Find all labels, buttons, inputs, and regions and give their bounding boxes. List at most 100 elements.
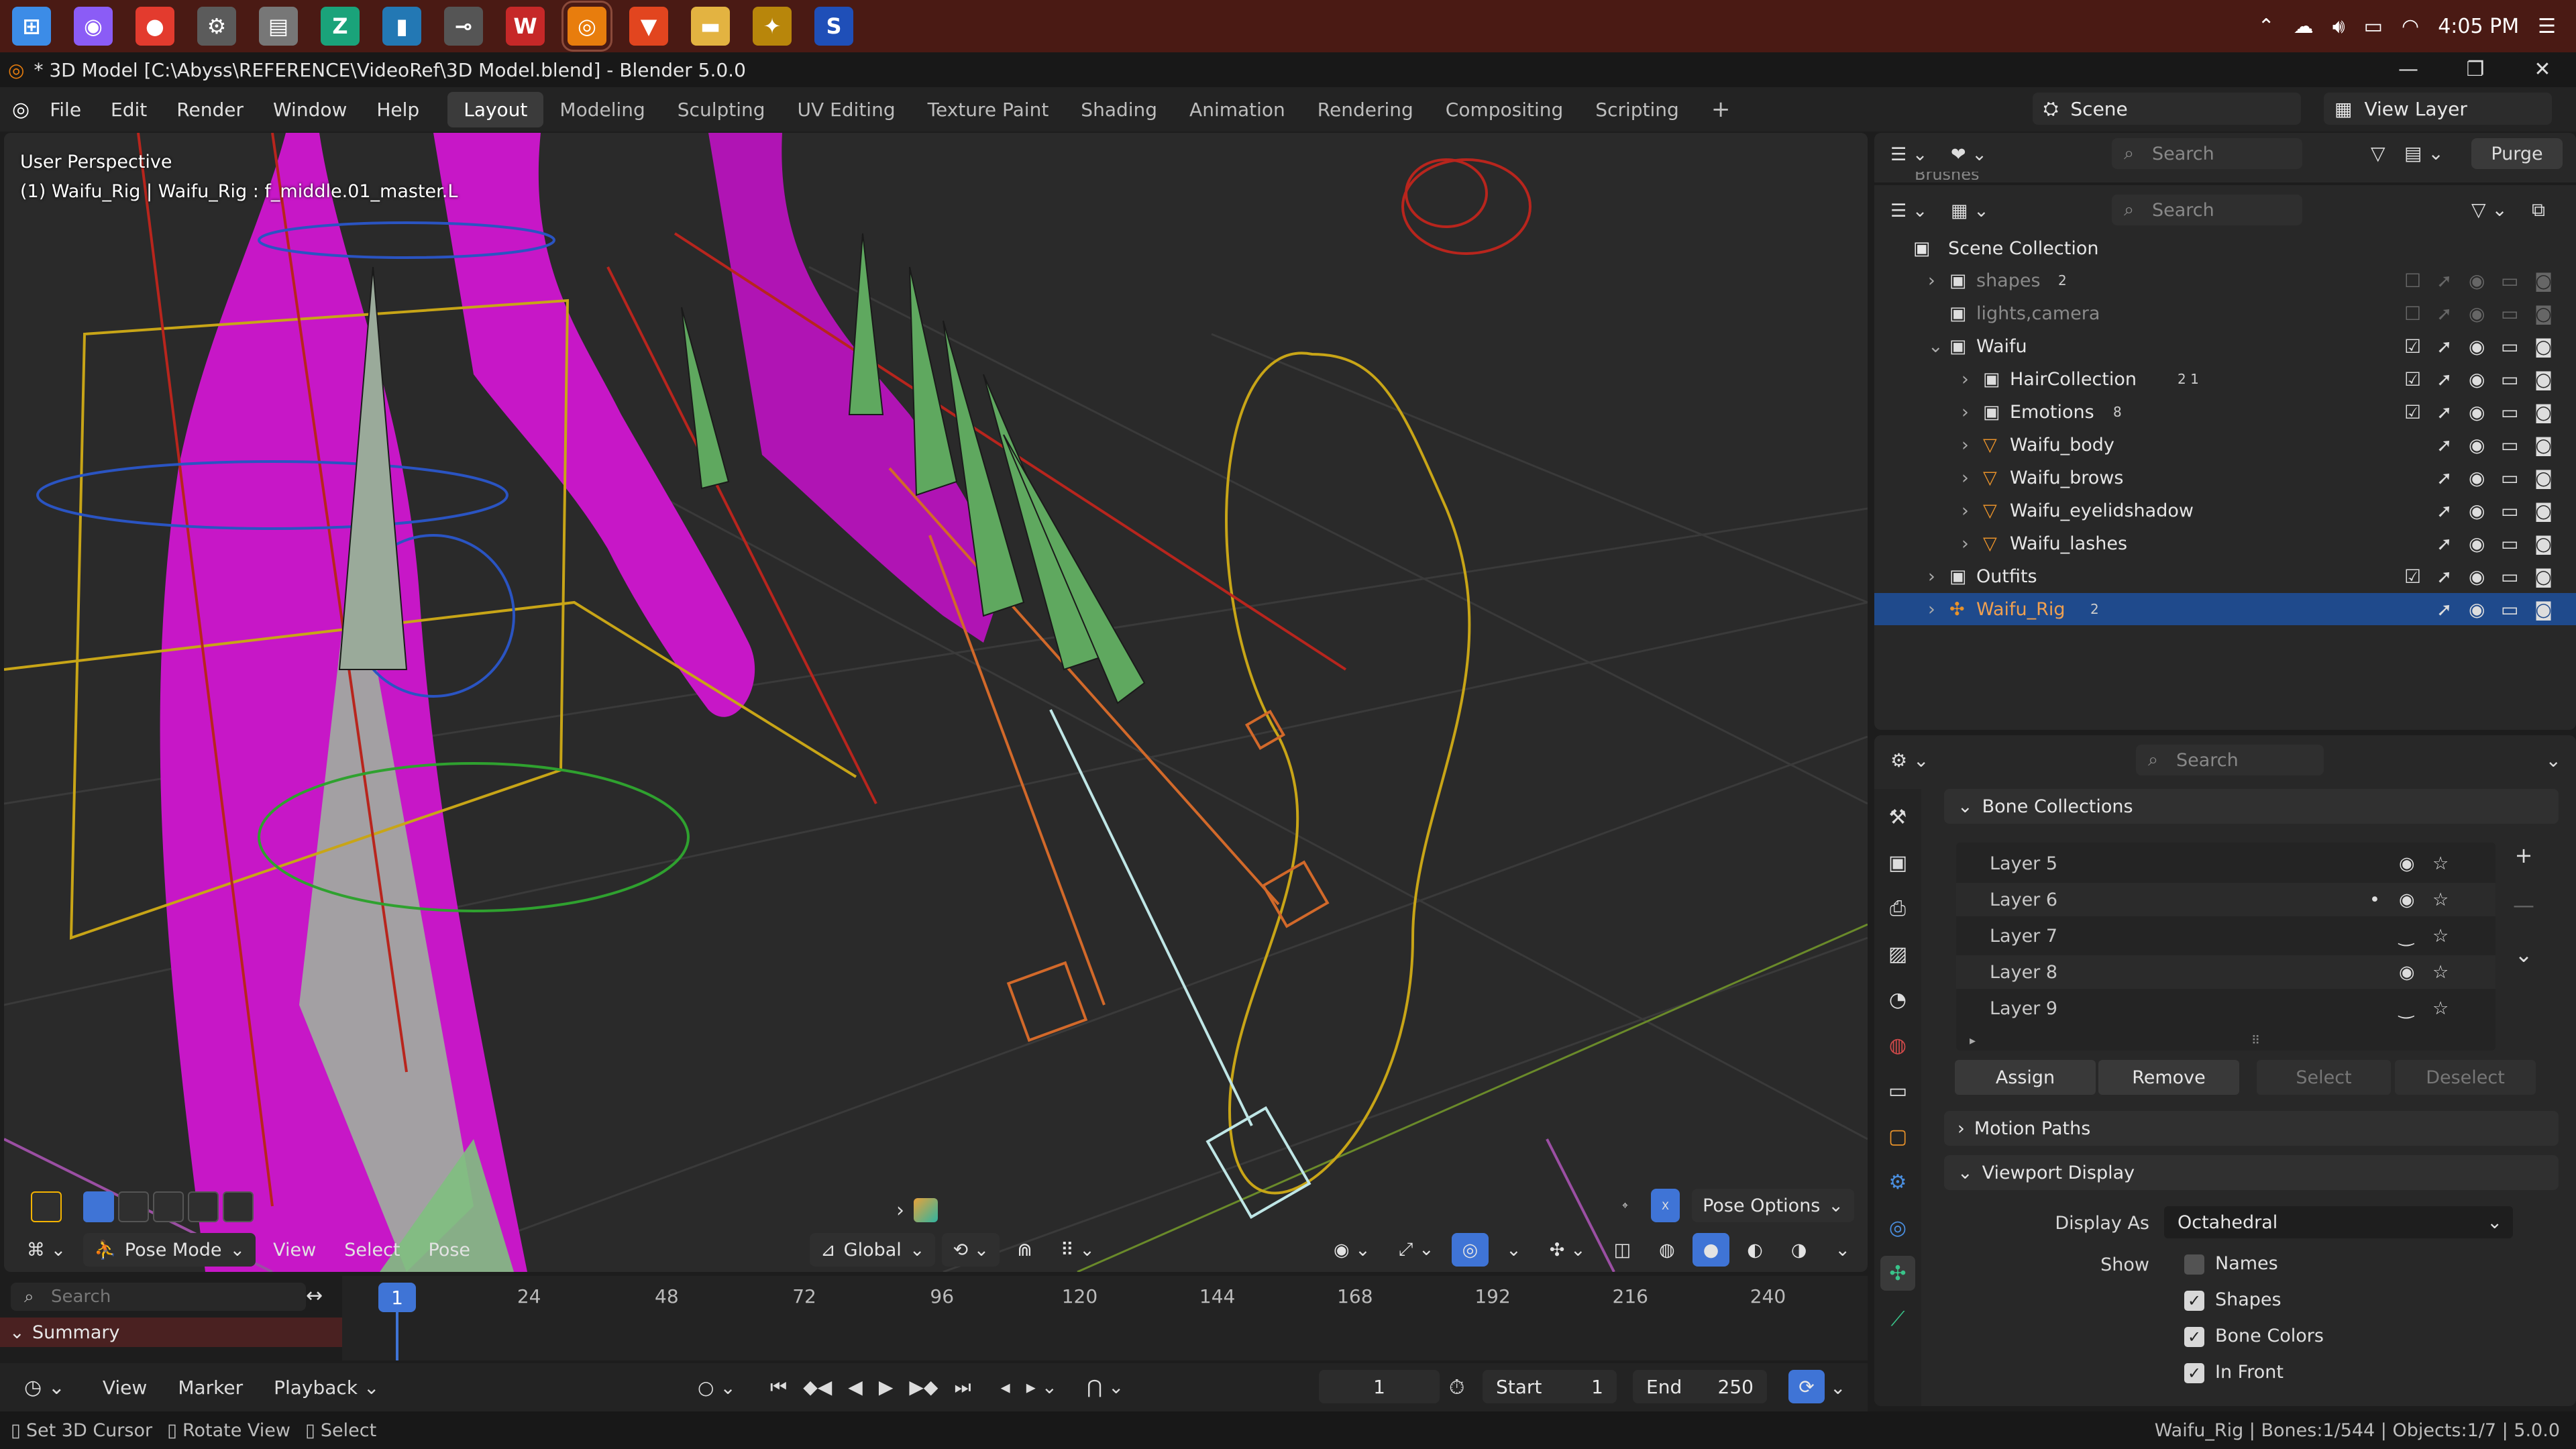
select-subtract-button[interactable] (153, 1191, 184, 1222)
viewport-icon[interactable]: ▭ (2501, 467, 2518, 489)
outliner-row[interactable]: ▣ lights,camera ☐ ➚ ◉ ▭ ◙ (1874, 297, 2576, 329)
display-as-dropdown[interactable]: Octahedral ⌄ (2164, 1206, 2513, 1238)
eye-icon[interactable]: ◉ (2469, 566, 2485, 588)
exclude-checkbox[interactable]: ☐ (2404, 270, 2421, 292)
filter-icon[interactable]: ▽ (2371, 142, 2385, 164)
viewport-icon[interactable]: ▭ (2501, 368, 2518, 390)
exclude-checkbox[interactable]: ☐ (2404, 303, 2421, 325)
eye-icon[interactable]: ◉ (2469, 401, 2485, 423)
overlays-dropdown[interactable]: ⌄ (1495, 1233, 1532, 1267)
star-icon[interactable]: ☆ (2432, 890, 2449, 910)
purge-button[interactable]: Purge (2471, 138, 2563, 169)
wifi-icon[interactable]: ◠ (2402, 15, 2419, 38)
jump-start-icon[interactable]: ⏮ (770, 1376, 787, 1399)
viewport-icon[interactable]: ▭ (2501, 303, 2518, 325)
menu-select[interactable]: Select (333, 1233, 411, 1267)
remove-collection-icon[interactable]: — (2513, 892, 2534, 918)
tab-layout[interactable]: Layout (447, 91, 544, 127)
viewport-icon[interactable]: ▭ (2501, 598, 2518, 621)
jump-end-icon[interactable]: ⏭ (954, 1376, 971, 1399)
outliner-row[interactable]: › ▣ HairCollection 2 1 ☑ ➚ ◉ ▭ ◙ (1874, 363, 2576, 395)
chevron-right-icon[interactable]: › (1962, 500, 1969, 521)
selectable-icon[interactable]: ➚ (2436, 566, 2452, 588)
outliner-row[interactable]: › ▣ Outfits ☑ ➚ ◉ ▭ ◙ (1874, 560, 2576, 592)
render-camera-icon[interactable]: ◙ (2534, 335, 2553, 358)
viewport-icon[interactable]: ▭ (2501, 434, 2518, 456)
summary-channel[interactable]: ⌄ Summary (0, 1318, 342, 1347)
selectable-icon[interactable]: ➚ (2436, 434, 2452, 456)
snap-playhead-icon[interactable]: ⋂ ⌄ (1087, 1376, 1124, 1399)
file-app-icon[interactable]: ▤ (259, 7, 298, 46)
close-icon[interactable]: ✕ (2509, 52, 2576, 87)
eye-icon[interactable]: ◉ (2469, 533, 2485, 555)
viewport-icon[interactable]: ▭ (2501, 270, 2518, 292)
viewport-icon[interactable]: ▭ (2501, 500, 2518, 522)
chevron-right-icon[interactable]: › (1928, 566, 1935, 587)
render-camera-icon[interactable]: ◙ (2534, 303, 2553, 325)
select-extend-button[interactable] (118, 1191, 149, 1222)
tool-tab-icon[interactable]: ⚒ (1880, 800, 1915, 835)
eye-icon[interactable]: ◉ (2399, 890, 2415, 910)
tab-modeling[interactable]: Modeling (543, 92, 661, 127)
remove-button[interactable]: Remove (2098, 1060, 2239, 1095)
viewport-icon[interactable]: ▭ (2501, 533, 2518, 555)
cloud-icon[interactable]: ☁ (2294, 15, 2314, 38)
outliner-search-2[interactable]: ⌕ Search (2112, 195, 2302, 225)
bone-tab-icon[interactable]: ⟋ (1880, 1301, 1915, 1336)
settings-icon[interactable]: ⚙ (197, 7, 236, 46)
tab-rendering[interactable]: Rendering (1301, 92, 1430, 127)
tab-animation[interactable]: Animation (1173, 92, 1301, 127)
scene-collection-row[interactable]: ▣ Scene Collection (1874, 232, 2576, 264)
selectable-icon[interactable]: ➚ (2436, 335, 2452, 358)
menu-help[interactable]: Help (362, 99, 434, 121)
bone-overlay-icon[interactable]: ✣ ⌄ (1539, 1233, 1597, 1267)
names-checkbox[interactable] (2184, 1254, 2204, 1275)
pose-options-dropdown[interactable]: Pose Options ⌄ (1692, 1189, 1854, 1222)
menu-window[interactable]: Window (258, 99, 362, 121)
xray-toggle[interactable]: ◫ (1603, 1233, 1642, 1267)
prev-keyframe-icon[interactable]: ◆◀ (803, 1376, 832, 1399)
eye-icon[interactable]: ◉ (2469, 500, 2485, 522)
render-camera-icon[interactable]: ◙ (2534, 368, 2553, 390)
filter-icon[interactable]: ▽ ⌄ (2471, 199, 2508, 221)
list-expand-icon[interactable]: ▸ (1970, 1034, 1976, 1048)
exclude-checkbox[interactable]: ☑ (2404, 368, 2421, 390)
outliner-search-1[interactable]: ⌕ Search (2112, 138, 2302, 169)
eye-closed-icon[interactable]: ‿ (2399, 998, 2414, 1019)
render-camera-icon[interactable]: ◙ (2534, 500, 2553, 522)
orphan-data-icon[interactable]: ▤ ⌄ (2404, 142, 2444, 164)
exclude-checkbox[interactable]: ☑ (2404, 335, 2421, 358)
render-camera-icon[interactable]: ◙ (2534, 598, 2553, 621)
chevron-down-icon[interactable]: ⌄ (2546, 749, 2561, 771)
outliner-row[interactable]: › ✣ Waifu_Rig 2 ➚ ◉ ▭ ◙ (1874, 593, 2576, 625)
viewport-display-header[interactable]: ⌄ Viewport Display (1944, 1155, 2559, 1190)
editor-type-icon[interactable]: ⚙ ⌄ (1890, 749, 1929, 771)
eye-closed-icon[interactable]: ‿ (2399, 926, 2414, 947)
properties-search[interactable]: ⌕ Search (2136, 745, 2324, 775)
output-tab-icon[interactable]: ⎙ (1880, 891, 1915, 926)
object-tab-icon[interactable]: ▢ (1880, 1119, 1915, 1154)
play-reverse-icon[interactable]: ◀ (848, 1376, 863, 1399)
app-mouse-icon[interactable]: ⊸ (444, 7, 483, 46)
blender-taskbar-icon[interactable]: ◎ (561, 1, 612, 52)
chevron-up-icon[interactable]: ⌃ (2258, 15, 2275, 38)
tab-scripting[interactable]: Scripting (1579, 92, 1695, 127)
sync-mode-button[interactable]: ⟳ (1788, 1370, 1825, 1403)
current-frame-field[interactable]: 1 (1319, 1370, 1440, 1403)
tab-shading[interactable]: Shading (1065, 92, 1173, 127)
deselect-button[interactable]: Deselect (2395, 1060, 2536, 1095)
view-layer-mode-icon[interactable]: ▦ ⌄ (1951, 201, 1989, 221)
bone-collection-row[interactable]: Layer 9 ‿ ☆ (1956, 991, 2496, 1025)
chrome-icon[interactable]: ● (136, 7, 174, 46)
visibility-icon[interactable]: ◉ ⌄ (1323, 1233, 1381, 1267)
bone-collection-row[interactable]: Layer 7 ‿ ☆ (1956, 919, 2496, 953)
render-camera-icon[interactable]: ◙ (2534, 270, 2553, 292)
snap-target-button[interactable]: ⠿ ⌄ (1050, 1233, 1106, 1267)
outliner-row[interactable]: ⌄ ▣ Waifu ☑ ➚ ◉ ▭ ◙ (1874, 330, 2576, 362)
outliner-row[interactable]: › ▽ Waifu_brows ➚ ◉ ▭ ◙ (1874, 462, 2576, 494)
display-mode-icon[interactable]: ❤ ⌄ (1951, 144, 1987, 165)
3d-viewport[interactable]: User Perspective (1) Waifu_Rig | Waifu_R… (4, 133, 1868, 1272)
render-camera-icon[interactable]: ◙ (2534, 467, 2553, 489)
notification-icon[interactable]: ☰ (2538, 15, 2556, 38)
selectable-icon[interactable]: ➚ (2436, 401, 2452, 423)
